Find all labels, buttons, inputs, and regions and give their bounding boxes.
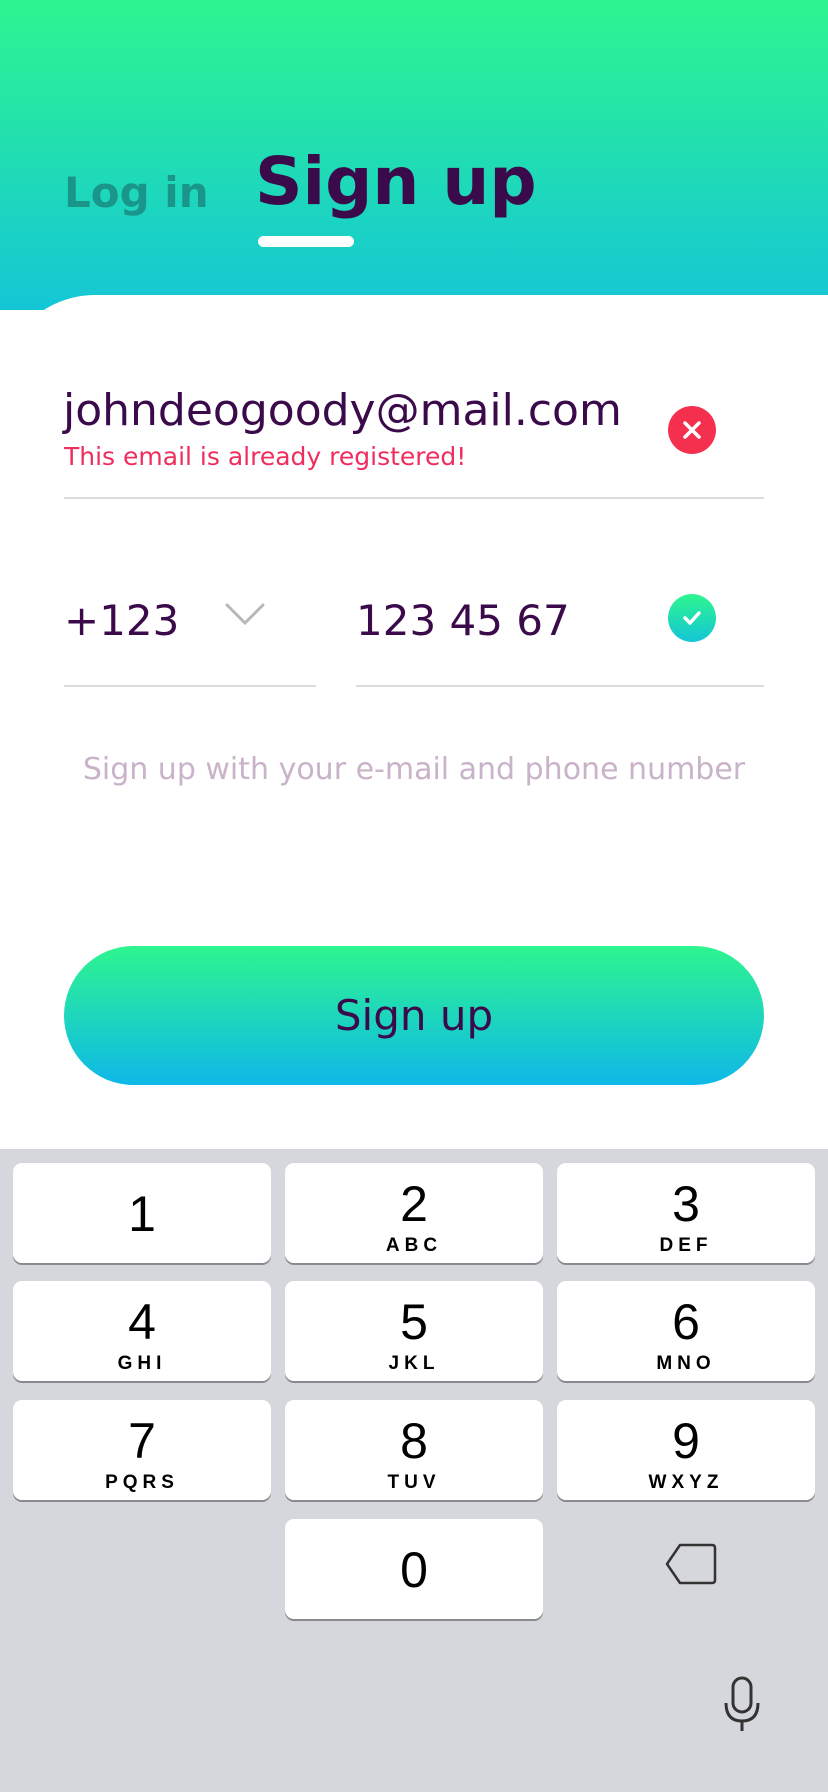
key-8[interactable]: 8 TUV: [285, 1400, 543, 1500]
microphone-icon[interactable]: [722, 1675, 762, 1735]
backspace-icon[interactable]: [664, 1542, 718, 1586]
key-7[interactable]: 7 PQRS: [13, 1400, 271, 1500]
phone-field[interactable]: 123 45 67: [356, 596, 570, 645]
signup-button[interactable]: Sign up: [64, 946, 764, 1085]
email-field[interactable]: johndeogoody@mail.com: [63, 385, 622, 436]
email-underline: [64, 497, 764, 499]
email-error-message: This email is already registered!: [64, 442, 467, 471]
key-4[interactable]: 4 GHI: [13, 1281, 271, 1381]
tab-login[interactable]: Log in: [64, 168, 209, 217]
check-icon: [668, 594, 716, 642]
key-2[interactable]: 2 ABC: [285, 1163, 543, 1263]
key-6[interactable]: 6 MNO: [557, 1281, 815, 1381]
error-x-icon[interactable]: [668, 406, 716, 454]
country-code-select[interactable]: +123: [64, 596, 179, 645]
phone-underline: [356, 685, 764, 687]
key-9[interactable]: 9 WXYZ: [557, 1400, 815, 1500]
key-0[interactable]: 0: [285, 1519, 543, 1619]
country-code-underline: [64, 685, 316, 687]
tab-signup[interactable]: Sign up: [255, 143, 537, 220]
signup-hint: Sign up with your e-mail and phone numbe…: [82, 752, 746, 787]
chevron-down-icon[interactable]: [224, 600, 266, 628]
key-1[interactable]: 1: [13, 1163, 271, 1263]
key-3[interactable]: 3 DEF: [557, 1163, 815, 1263]
active-tab-indicator: [258, 236, 354, 247]
key-5[interactable]: 5 JKL: [285, 1281, 543, 1381]
